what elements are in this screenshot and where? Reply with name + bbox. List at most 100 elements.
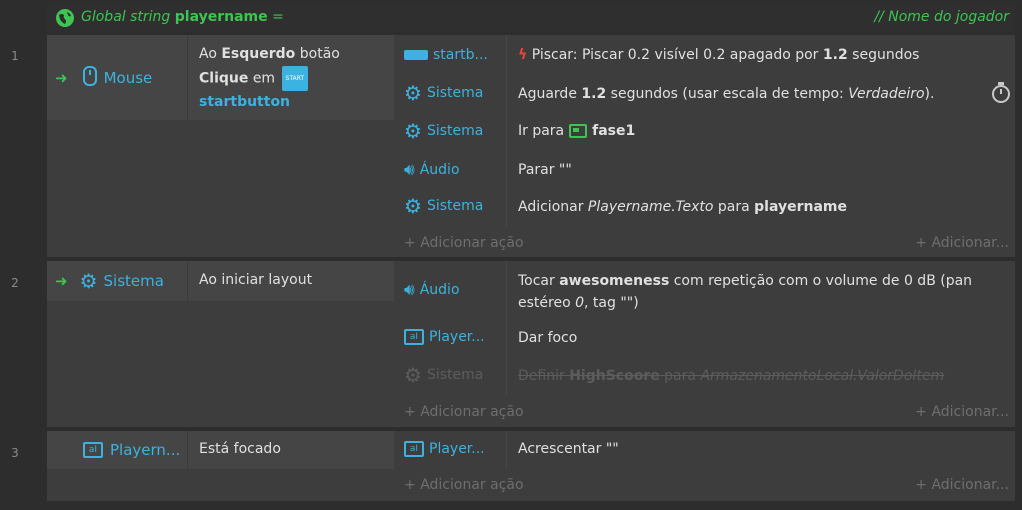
action-object-name: Sistema xyxy=(426,123,484,139)
start-badge-icon: START xyxy=(281,66,309,91)
action-word: Adicionar xyxy=(518,199,584,215)
action-object[interactable]: 🔊︎ Áudio xyxy=(404,160,460,180)
action-object-name: startb... xyxy=(433,47,488,63)
condition-block[interactable]: ➜ ⚙ Sistema Ao iniciar layout xyxy=(47,261,394,301)
sprite-button-icon xyxy=(404,50,428,60)
add-action-button[interactable]: + Adicionar ação xyxy=(404,404,524,420)
action-row[interactable]: ⚙ Sistema Aguarde 1.2 segundos (usar esc… xyxy=(394,75,1015,113)
action-object-name: Player... xyxy=(429,441,485,457)
action-object[interactable]: ⚙ Sistema xyxy=(404,194,483,218)
speaker-icon: 🔊︎ xyxy=(404,160,415,180)
speaker-icon: 🔊︎ xyxy=(404,280,415,300)
action-word: Definir xyxy=(518,368,565,384)
action-word: estéreo xyxy=(518,295,571,311)
trigger-arrow-icon: ➜ xyxy=(55,272,68,290)
action-row[interactable]: ⚙ Sistema Ir para fase1 xyxy=(394,113,1015,151)
action-row-disabled[interactable]: ⚙ Sistema Definir HighScoore para Armaze… xyxy=(394,357,1015,395)
action-text[interactable]: Aguarde 1.2 segundos (usar escala de tem… xyxy=(518,86,934,102)
condition-block[interactable]: ➜ Mouse Ao Esquerdo botão Clique em STAR… xyxy=(47,35,394,257)
action-text[interactable]: Parar "" xyxy=(518,162,572,178)
action-word: ). xyxy=(924,86,935,102)
add-action-button[interactable]: + Adicionar ação xyxy=(404,235,524,251)
action-object[interactable]: 🔊︎ Áudio xyxy=(404,280,460,300)
condition-object[interactable]: ➜ Mouse xyxy=(47,35,187,120)
condition-object-name: Sistema xyxy=(103,272,164,290)
action-text[interactable]: Acrescentar "" xyxy=(518,441,619,457)
event-block-2[interactable]: ➜ ⚙ Sistema Ao iniciar layout 🔊︎ Áudio T… xyxy=(47,261,1015,427)
divider xyxy=(187,431,188,469)
action-row[interactable]: 🔊︎ Áudio Tocar awesomeness com repetição… xyxy=(394,261,1015,319)
gear-icon: ⚙ xyxy=(79,269,98,293)
cond-word: Clique xyxy=(199,70,249,87)
action-text[interactable]: Adicionar Playername.Texto para playerna… xyxy=(518,199,847,215)
event-block-3[interactable]: aI Playern... Está focado aI Player... A… xyxy=(47,431,1015,501)
action-object[interactable]: aI Player... xyxy=(404,441,485,457)
add-action-label: Adicionar ação xyxy=(420,404,524,420)
action-word: fase1 xyxy=(592,123,636,139)
action-word: Tocar xyxy=(518,273,555,289)
global-prefix: Global string xyxy=(81,9,171,25)
action-word: , tag "") xyxy=(584,295,639,311)
action-object[interactable]: aI Player... xyxy=(404,329,485,345)
condition-text[interactable]: Ao iniciar layout xyxy=(199,269,312,292)
action-text[interactable]: ϟ Piscar: Piscar 0.2 visível 0.2 apagado… xyxy=(518,47,919,63)
gear-icon: ⚙ xyxy=(404,81,422,105)
line-number: 2 xyxy=(11,276,19,290)
condition-object-name: Playern... xyxy=(110,441,181,459)
divider xyxy=(506,319,507,357)
divider xyxy=(506,189,507,227)
action-word: Aguarde xyxy=(518,86,577,102)
divider xyxy=(506,35,507,75)
action-object[interactable]: ⚙ Sistema xyxy=(404,121,484,141)
action-row[interactable]: aI Player... Acrescentar "" xyxy=(394,431,1015,469)
action-text[interactable]: Tocar awesomeness com repetição com o vo… xyxy=(518,270,988,314)
divider xyxy=(187,35,188,120)
action-row[interactable]: 🔊︎ Áudio Parar "" xyxy=(394,151,1015,189)
action-text[interactable]: Definir HighScoore para ArmazenamentoLoc… xyxy=(518,368,944,384)
action-word: para xyxy=(717,199,750,215)
action-word: HighScoore xyxy=(569,368,660,384)
action-word: Ir para xyxy=(518,123,565,139)
divider xyxy=(506,357,507,395)
textbox-icon: aI xyxy=(83,442,103,458)
action-word: segundos xyxy=(852,47,920,63)
condition-text[interactable]: Ao Esquerdo botão Clique em START startb… xyxy=(199,43,389,114)
action-word: para xyxy=(664,368,696,384)
action-row[interactable]: aI Player... Dar foco xyxy=(394,319,1015,357)
condition-text[interactable]: Está focado xyxy=(199,438,281,461)
event-block-1[interactable]: ➜ Mouse Ao Esquerdo botão Clique em STAR… xyxy=(47,35,1015,257)
add-action-label: Adicionar ação xyxy=(420,477,524,493)
action-word: com repetição com o volume de 0 dB (pan xyxy=(673,273,973,289)
textbox-icon: aI xyxy=(404,329,424,345)
action-object-name: Player... xyxy=(429,329,485,345)
action-row[interactable]: ⚙ Sistema Adicionar Playername.Texto par… xyxy=(394,189,1015,227)
action-object[interactable]: ⚙ Sistema xyxy=(404,363,483,387)
condition-empty-area[interactable] xyxy=(47,120,394,257)
add-action-label: Adicionar ação xyxy=(420,235,524,251)
global-variable-row[interactable]: Global string playername = // Nome do jo… xyxy=(47,4,1015,32)
action-text[interactable]: Dar foco xyxy=(518,330,577,346)
add-other-button[interactable]: + Adicionar... xyxy=(915,477,1009,493)
global-op: = xyxy=(272,9,284,25)
divider xyxy=(506,75,507,113)
action-word: Parar "" xyxy=(518,162,572,178)
textbox-icon: aI xyxy=(404,441,424,457)
gear-icon: ⚙ xyxy=(404,194,422,218)
divider xyxy=(506,151,507,189)
action-word: playername xyxy=(754,199,847,215)
condition-object[interactable]: ➜ ⚙ Sistema xyxy=(47,261,187,301)
condition-object[interactable]: aI Playern... xyxy=(47,431,187,469)
action-row[interactable]: startb... ϟ Piscar: Piscar 0.2 visível 0… xyxy=(394,35,1015,75)
action-object[interactable]: ⚙ Sistema xyxy=(404,81,483,105)
cond-word: Ao xyxy=(199,46,217,62)
action-object[interactable]: startb... xyxy=(404,47,488,63)
action-word: 1.2 xyxy=(822,47,848,63)
add-other-label: Adicionar... xyxy=(931,235,1009,251)
action-text[interactable]: Ir para fase1 xyxy=(518,123,635,139)
gear-icon: ⚙ xyxy=(404,363,422,387)
add-action-button[interactable]: + Adicionar ação xyxy=(404,477,524,493)
action-word: Piscar: Piscar 0.2 visível 0.2 apagado p… xyxy=(531,47,819,63)
add-other-button[interactable]: + Adicionar... xyxy=(915,235,1009,251)
add-other-button[interactable]: + Adicionar... xyxy=(915,404,1009,420)
condition-block[interactable]: aI Playern... Está focado xyxy=(47,431,394,469)
